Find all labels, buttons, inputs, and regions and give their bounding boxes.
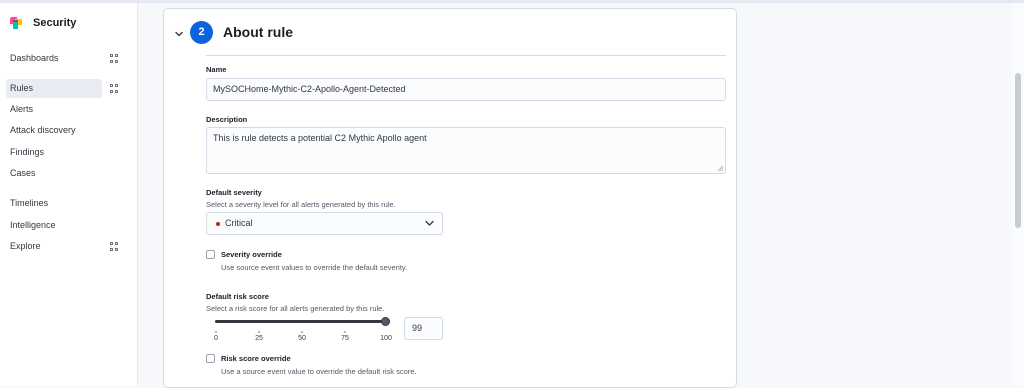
description-value: This is rule detects a potential C2 Myth… (213, 133, 427, 143)
tick-label-100: 100 (380, 335, 392, 342)
sidebar-item-cases[interactable]: Cases (6, 164, 102, 183)
risk-score-override-help: Use a source event value to override the… (221, 367, 417, 376)
risk-score-override-checkbox[interactable] (206, 354, 215, 363)
resize-handle-icon[interactable] (717, 165, 723, 171)
risk-score-override-label[interactable]: Risk score override (221, 354, 291, 363)
sidebar-item-label: Rules (10, 83, 34, 93)
section-title: About rule (223, 24, 293, 40)
sidebar-item-label: Alerts (10, 104, 34, 114)
sidebar-item-label: Findings (10, 147, 45, 157)
name-label: Name (206, 65, 227, 74)
elastic-security-logo-icon (10, 17, 22, 29)
risk-score-input[interactable]: 99 (404, 317, 443, 340)
tick-mark (215, 331, 217, 333)
tick-label-75: 75 (341, 335, 349, 342)
tick-mark (258, 331, 260, 333)
tick-label-25: 25 (255, 335, 263, 342)
app-title: Security (33, 17, 77, 29)
tick-label-50: 50 (298, 335, 306, 342)
sidebar-item-label: Cases (10, 168, 36, 178)
sidebar-item-alerts[interactable]: Alerts (6, 100, 102, 119)
risk-score-slider-track[interactable] (215, 320, 386, 323)
description-field[interactable]: This is rule detects a potential C2 Myth… (206, 127, 726, 174)
chevron-down-icon[interactable] (174, 29, 184, 39)
tick-label-0: 0 (214, 335, 218, 342)
page-scrollbar[interactable] (1012, 3, 1024, 386)
default-risk-score-help: Select a risk score for all alerts gener… (206, 304, 385, 313)
sidebar-item-explore[interactable]: Explore (6, 237, 102, 256)
explore-grid-icon[interactable] (110, 242, 119, 251)
sidebar-item-label: Attack discovery (10, 125, 76, 135)
critical-dot-icon (216, 222, 220, 226)
app-brand[interactable]: Security (10, 17, 76, 29)
sidebar-item-attack-discovery[interactable]: Attack discovery (6, 121, 102, 140)
sidebar-item-dashboards[interactable]: Dashboards (6, 49, 102, 68)
sidebar-item-label: Explore (10, 241, 41, 251)
severity-value: Critical (225, 218, 253, 228)
scrollbar-thumb[interactable] (1015, 73, 1021, 228)
sidebar-item-label: Dashboards (10, 53, 59, 63)
chevron-down-icon (425, 220, 434, 226)
main-content: 2 About rule Name MySOCHome-Mythic-C2-Ap… (139, 3, 1012, 388)
dashboards-grid-icon[interactable] (110, 54, 119, 63)
default-severity-label: Default severity (206, 188, 262, 197)
severity-override-checkbox[interactable] (206, 250, 215, 259)
step-number-badge: 2 (190, 21, 213, 44)
default-severity-help: Select a severity level for all alerts g… (206, 200, 396, 209)
severity-override-label[interactable]: Severity override (221, 250, 282, 259)
sidebar-item-label: Timelines (10, 198, 49, 208)
sidebar-item-rules[interactable]: Rules (6, 79, 102, 98)
tick-mark (301, 331, 303, 333)
severity-select[interactable]: Critical (206, 212, 443, 235)
sidebar-item-intelligence[interactable]: Intelligence (6, 216, 102, 235)
rules-grid-icon[interactable] (110, 84, 119, 93)
sidebar-item-timelines[interactable]: Timelines (6, 194, 102, 213)
sidebar-item-findings[interactable]: Findings (6, 143, 102, 162)
name-field[interactable]: MySOCHome-Mythic-C2-Apollo-Agent-Detecte… (206, 78, 726, 101)
about-rule-panel: 2 About rule Name MySOCHome-Mythic-C2-Ap… (163, 8, 737, 388)
tick-mark (344, 331, 346, 333)
severity-override-help: Use source event values to override the … (221, 263, 408, 272)
risk-score-slider-thumb[interactable] (381, 317, 390, 326)
sidebar-item-label: Intelligence (10, 220, 56, 230)
description-label: Description (206, 115, 248, 124)
default-risk-score-label: Default risk score (206, 292, 269, 301)
side-navigation: Security Dashboards Rules Alerts Attack … (0, 3, 138, 386)
section-divider (206, 55, 726, 56)
